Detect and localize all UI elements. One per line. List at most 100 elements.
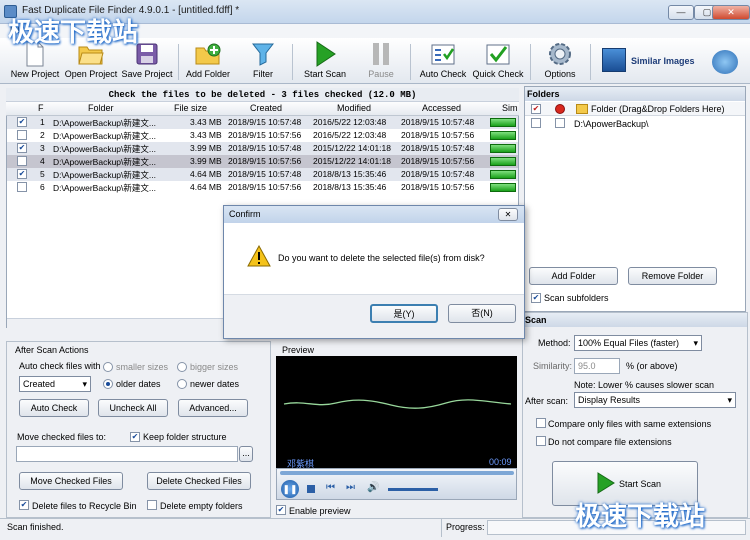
cell-size: 3.99 MB [190, 143, 222, 153]
keep-structure-checkbox[interactable]: ✔ [130, 432, 140, 442]
previous-icon[interactable]: ⏮ [326, 482, 335, 493]
toolbar-separator [410, 44, 411, 80]
cell-modified: 2015/12/22 14:01:18 [313, 143, 391, 153]
column-header-created[interactable]: Created [250, 103, 282, 113]
row-checkbox[interactable]: ✔ [17, 169, 27, 179]
cell-n: 3 [40, 143, 45, 153]
auto-check-button[interactable]: Auto Check [418, 40, 468, 82]
after-scan-label: After scan: [525, 396, 569, 406]
folders-drop-label: Folder (Drag&Drop Folders Here) [591, 104, 725, 114]
similarity-bar [490, 144, 516, 153]
auto-check-panel-button[interactable]: Auto Check [19, 399, 89, 417]
add-folder-panel-button[interactable]: Add Folder [529, 267, 618, 285]
dialog-message: Do you want to delete the selected file(… [278, 253, 485, 263]
remove-folder-button[interactable]: Remove Folder [628, 267, 717, 285]
volume-icon[interactable]: 🔊 [367, 482, 379, 493]
row-checkbox[interactable] [17, 130, 27, 140]
row-checkbox[interactable] [17, 182, 27, 192]
folders-header-checkbox[interactable]: ✔ [531, 104, 541, 114]
no-compare-ext-checkbox[interactable] [536, 436, 546, 446]
minimize-button[interactable]: — [668, 5, 694, 20]
smaller-sizes-radio[interactable] [103, 362, 113, 372]
similarity-bar [490, 170, 516, 179]
dialog-title: Confirm [229, 209, 261, 219]
row-checkbox[interactable] [17, 156, 27, 166]
bigger-sizes-radio[interactable] [177, 362, 187, 372]
close-button[interactable]: ✕ [712, 5, 750, 20]
cell-accessed: 2018/9/15 10:57:48 [401, 143, 475, 153]
column-header-size[interactable]: File size [174, 103, 207, 113]
dialog-close-button[interactable]: ✕ [498, 208, 518, 221]
table-row[interactable]: ✔ 5 D:\ApowerBackup\新建文... 4.64 MB 2018/9/15… [7, 168, 518, 181]
delete-empty-label: Delete empty folders [160, 501, 243, 511]
cell-accessed: 2018/9/15 10:57:56 [401, 182, 475, 192]
similarity-bar [490, 183, 516, 192]
table-row[interactable]: 2 D:\ApowerBackup\新建文... 3.43 MB 2018/9/15 … [7, 129, 518, 142]
cell-accessed: 2018/9/15 10:57:48 [401, 117, 475, 127]
newer-dates-radio[interactable] [177, 379, 187, 389]
quick-check-icon [472, 40, 524, 68]
folder-item-checkbox[interactable] [531, 118, 541, 128]
method-label: Method: [538, 338, 571, 348]
cell-accessed: 2018/9/15 10:57:56 [401, 156, 475, 166]
toolbar-separator [178, 44, 179, 80]
start-scan-button[interactable]: Start Scan [300, 40, 350, 82]
similarity-bar [490, 118, 516, 127]
folders-panel-title: Folders [525, 87, 745, 101]
cell-modified: 2015/12/22 14:01:18 [313, 156, 391, 166]
next-icon[interactable]: ⏭ [346, 482, 355, 493]
status-text: Scan finished. [7, 522, 64, 532]
dialog-no-button[interactable]: 否(N) [448, 304, 516, 323]
enable-preview-checkbox[interactable]: ✔ [276, 505, 286, 515]
compare-same-ext-checkbox[interactable] [536, 418, 546, 428]
stop-icon[interactable] [307, 485, 315, 493]
column-header-accessed[interactable]: Accessed [422, 103, 461, 113]
browse-button[interactable]: ... [239, 446, 253, 462]
folder-exclude-checkbox[interactable] [555, 118, 565, 128]
help-icon[interactable] [712, 50, 738, 74]
column-header-folder[interactable]: Folder [88, 103, 114, 113]
column-header-similarity[interactable]: Sim [502, 103, 518, 113]
cell-created: 2018/9/15 10:57:56 [228, 156, 302, 166]
row-checkbox[interactable]: ✔ [17, 143, 27, 153]
cell-n: 1 [40, 117, 45, 127]
add-folder-button[interactable]: Add Folder [184, 40, 232, 82]
dialog-yes-button[interactable]: 是(Y) [370, 304, 438, 323]
filter-button[interactable]: Filter [243, 40, 283, 82]
cell-size: 4.64 MB [190, 182, 222, 192]
toolbar-separator [292, 44, 293, 80]
play-pause-icon[interactable]: ❚❚ [281, 480, 299, 498]
folder-item-path[interactable]: D:\ApowerBackup\ [574, 119, 649, 129]
after-scan-combo[interactable]: Display Results [574, 392, 736, 408]
row-checkbox[interactable]: ✔ [17, 117, 27, 127]
volume-slider[interactable] [388, 488, 438, 491]
table-row[interactable]: 4 D:\ApowerBackup\新建文... 3.99 MB 2018/9/15 … [7, 155, 518, 168]
column-header-modified[interactable]: Modified [337, 103, 371, 113]
advanced-button[interactable]: Advanced... [178, 399, 248, 417]
similarity-suffix: % (or above) [626, 361, 678, 371]
similarity-bar [490, 157, 516, 166]
older-dates-radio[interactable] [103, 379, 113, 389]
method-combo[interactable]: 100% Equal Files (faster) [574, 335, 702, 351]
similarity-input[interactable]: 95.0 [574, 358, 620, 374]
similar-images-label[interactable]: Similar Images [631, 56, 695, 66]
scan-subfolders-checkbox[interactable]: ✔ [531, 293, 541, 303]
recycle-bin-checkbox[interactable]: ✔ [19, 500, 29, 510]
move-checked-files-button[interactable]: Move Checked Files [19, 472, 123, 490]
table-row[interactable]: ✔ 3 D:\ApowerBackup\新建文... 3.99 MB 2018/9/15… [7, 142, 518, 155]
waveform [283, 399, 512, 409]
uncheck-all-button[interactable]: Uncheck All [98, 399, 168, 417]
seek-bar[interactable] [280, 471, 514, 475]
date-field-combo[interactable]: Created [19, 376, 91, 392]
move-target-input[interactable] [16, 446, 238, 462]
quick-check-button[interactable]: Quick Check [472, 40, 524, 82]
table-row[interactable]: ✔ 1 D:\ApowerBackup\新建文... 3.43 MB 2018/9/15… [7, 116, 518, 129]
pause-button[interactable]: Pause [360, 40, 402, 82]
filter-funnel-icon [243, 40, 283, 68]
table-row[interactable]: 6 D:\ApowerBackup\新建文... 4.64 MB 2018/9/15 … [7, 181, 518, 194]
options-button[interactable]: Options [540, 40, 580, 82]
delete-checked-files-button[interactable]: Delete Checked Files [147, 472, 251, 490]
column-header-f[interactable]: F [38, 103, 44, 113]
delete-empty-checkbox[interactable] [147, 500, 157, 510]
cell-folder: D:\ApowerBackup\新建文... [53, 144, 156, 154]
